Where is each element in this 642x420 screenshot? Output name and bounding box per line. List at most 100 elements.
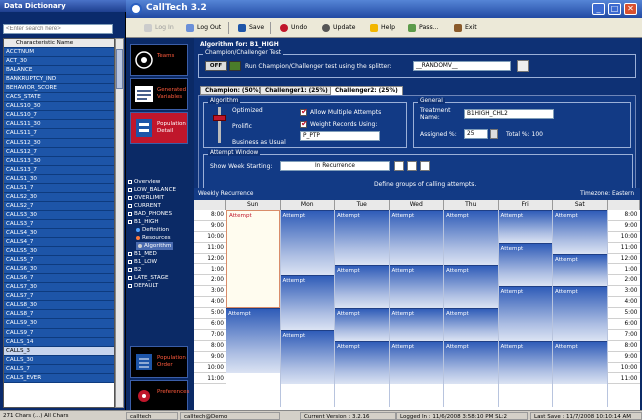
attempt-block[interactable]: Attempt xyxy=(335,264,389,309)
scrollbar-thumb[interactable] xyxy=(116,49,123,89)
attempt-block[interactable]: Attempt xyxy=(553,253,607,287)
attempt-block[interactable]: Attempt xyxy=(280,210,334,276)
attempt-block[interactable]: Attempt xyxy=(444,264,498,309)
dictionary-item[interactable]: CALLS_7 xyxy=(4,364,114,374)
dictionary-item[interactable]: BANKRUPTCY_IND xyxy=(4,75,114,85)
day-column-fri[interactable]: Attempt Attempt Attempt Attempt xyxy=(498,210,553,407)
champion-test-toggle[interactable]: OFF xyxy=(205,61,227,71)
dictionary-item[interactable]: CALLS8_30 xyxy=(4,301,114,311)
attempt-block[interactable]: Attempt xyxy=(553,340,607,385)
dictionary-item[interactable]: CALLS11_7 xyxy=(4,129,114,139)
week-recurrence-select[interactable]: In Recurrence xyxy=(280,161,390,171)
attempt-block[interactable]: Attempt xyxy=(498,340,552,385)
dictionary-search-input[interactable] xyxy=(3,24,113,34)
day-column-sun[interactable]: Attempt Attempt xyxy=(226,210,281,407)
tab-challenger1[interactable]: Challenger1: (25%) xyxy=(260,86,333,95)
login-button[interactable]: Log In xyxy=(140,21,178,35)
minimize-button[interactable]: _ xyxy=(592,3,605,15)
dictionary-item[interactable]: CALLS_30 xyxy=(4,355,114,365)
save-button[interactable]: Save xyxy=(234,21,268,35)
tree-item-b1-low[interactable]: B1_LOW xyxy=(128,258,157,266)
assigned-input[interactable]: 25 xyxy=(464,129,488,139)
dictionary-item[interactable]: CALLS2_30 xyxy=(4,192,114,202)
dictionary-item[interactable]: CALLS10_7 xyxy=(4,111,114,121)
day-column-sat[interactable]: Attempt Attempt Attempt Attempt xyxy=(553,210,608,407)
dictionary-item[interactable]: CALLS3_30 xyxy=(4,210,114,220)
splitter-input[interactable]: __RANDOMV__ xyxy=(413,61,511,71)
dictionary-item[interactable]: CALLS12_7 xyxy=(4,147,114,157)
attempt-block[interactable]: Attempt xyxy=(335,340,389,385)
attempt-block[interactable]: Attempt xyxy=(444,308,498,341)
tree-item-b2[interactable]: B2 xyxy=(128,266,141,274)
attempt-block[interactable]: Attempt xyxy=(498,286,552,341)
dictionary-item[interactable]: CALLS5_7 xyxy=(4,256,114,266)
tree-item-b1-med[interactable]: B1_MED xyxy=(128,250,157,258)
dictionary-item[interactable]: CALLS_14 xyxy=(4,337,114,347)
dictionary-item[interactable]: CALLS11_30 xyxy=(4,120,114,130)
assigned-stepper[interactable] xyxy=(490,129,498,139)
dictionary-item[interactable]: CALLS1_30 xyxy=(4,174,114,184)
tree-item-definition[interactable]: Definition xyxy=(136,226,169,234)
tree-item-bad-phones[interactable]: BAD_PHONES xyxy=(128,210,172,218)
nav-preferences[interactable]: Preferences xyxy=(130,380,189,412)
splitter-edit-icon[interactable] xyxy=(517,60,529,72)
print-icon[interactable] xyxy=(407,161,417,171)
dictionary-item[interactable]: CALLS6_30 xyxy=(4,265,114,275)
attempt-block[interactable]: Attempt xyxy=(389,340,443,385)
dictionary-scrollbar[interactable] xyxy=(115,38,124,408)
weight-field-input[interactable]: P_PTP xyxy=(300,131,380,141)
maximize-button[interactable]: □ xyxy=(608,3,621,15)
dictionary-item[interactable]: CALLS2_7 xyxy=(4,201,114,211)
attempt-block[interactable]: Attempt xyxy=(498,210,552,243)
attempt-block[interactable]: Attempt xyxy=(226,210,280,309)
algorithm-slider-thumb[interactable] xyxy=(213,115,226,121)
column-header[interactable]: Characteristic Name xyxy=(4,39,114,49)
tree-item-overview[interactable]: Overview xyxy=(128,178,160,186)
nav-teams[interactable]: Teams xyxy=(130,44,188,76)
dictionary-item[interactable]: CALLS_EVER xyxy=(4,373,114,383)
clear-icon[interactable] xyxy=(420,161,430,171)
dictionary-item[interactable]: ACT_30 xyxy=(4,57,114,67)
day-column-tue[interactable]: Attempt Attempt Attempt Attempt xyxy=(335,210,390,407)
day-column-wed[interactable]: Attempt Attempt Attempt Attempt xyxy=(389,210,444,407)
undo-button[interactable]: Undo xyxy=(276,21,311,35)
nav-generated-variables[interactable]: Generated Variables xyxy=(130,78,188,110)
tree-item-b1-high[interactable]: B1_HIGH xyxy=(128,218,159,226)
tree-item-default[interactable]: DEFAULT xyxy=(128,282,158,290)
tree-item-overlimit[interactable]: OVERLIMIT xyxy=(128,194,164,202)
attempt-block[interactable]: Attempt xyxy=(226,308,280,374)
attempt-block[interactable]: Attempt xyxy=(553,210,607,254)
tree-item-late-stage[interactable]: LATE_STAGE xyxy=(128,274,169,282)
tree-item-current[interactable]: CURRENT xyxy=(128,202,161,210)
dictionary-item[interactable]: ACCTNUM xyxy=(4,48,114,58)
treatment-name-input[interactable]: B1HIGH_CHL2 xyxy=(464,109,554,119)
nav-population-order[interactable]: Population Order xyxy=(130,346,188,378)
dictionary-item[interactable]: CALLS9_7 xyxy=(4,328,114,338)
attempt-block[interactable]: Attempt xyxy=(389,308,443,341)
algorithm-slider-track[interactable] xyxy=(218,107,221,143)
dictionary-item[interactable]: CALLS8_7 xyxy=(4,310,114,320)
day-column-thu[interactable]: Attempt Attempt Attempt Attempt xyxy=(444,210,499,407)
calendar-grid[interactable]: Sun Mon Tue Wed Thu Fri Sat 8:00 8:00 9:00 9:00 10:… xyxy=(194,200,640,410)
attempt-block[interactable]: Attempt xyxy=(335,308,389,341)
tree-item-resources[interactable]: Resources xyxy=(136,234,171,242)
dictionary-item[interactable]: CALLS5_30 xyxy=(4,247,114,257)
pass-button[interactable]: Pass... xyxy=(404,21,443,35)
dictionary-item[interactable]: CALLS7_30 xyxy=(4,283,114,293)
nav-population-detail[interactable]: Population Detail xyxy=(130,112,188,144)
attempt-block[interactable]: Attempt xyxy=(280,329,334,385)
allow-multiple-checkbox[interactable] xyxy=(300,107,308,116)
close-button[interactable]: ✕ xyxy=(624,3,637,15)
dictionary-item[interactable]: BEHAVIOR_SCORE xyxy=(4,84,114,94)
logout-button[interactable]: Log Out xyxy=(182,21,225,35)
attempt-block[interactable]: Attempt xyxy=(280,275,334,330)
tree-item-algorithm[interactable]: Algorithm xyxy=(136,242,174,250)
dictionary-item[interactable]: CACS_STATE xyxy=(4,93,114,103)
attempt-block[interactable]: Attempt xyxy=(444,210,498,265)
dictionary-item[interactable]: CALLS12_30 xyxy=(4,138,114,148)
tree-item-low-balance[interactable]: LOW_BALANCE xyxy=(128,186,176,194)
dictionary-item[interactable]: CALLS10_30 xyxy=(4,102,114,112)
tab-champion[interactable]: Champion: (50%) xyxy=(200,86,267,95)
dictionary-item[interactable]: CALLS4_30 xyxy=(4,228,114,239)
weight-records-checkbox[interactable] xyxy=(300,119,308,128)
